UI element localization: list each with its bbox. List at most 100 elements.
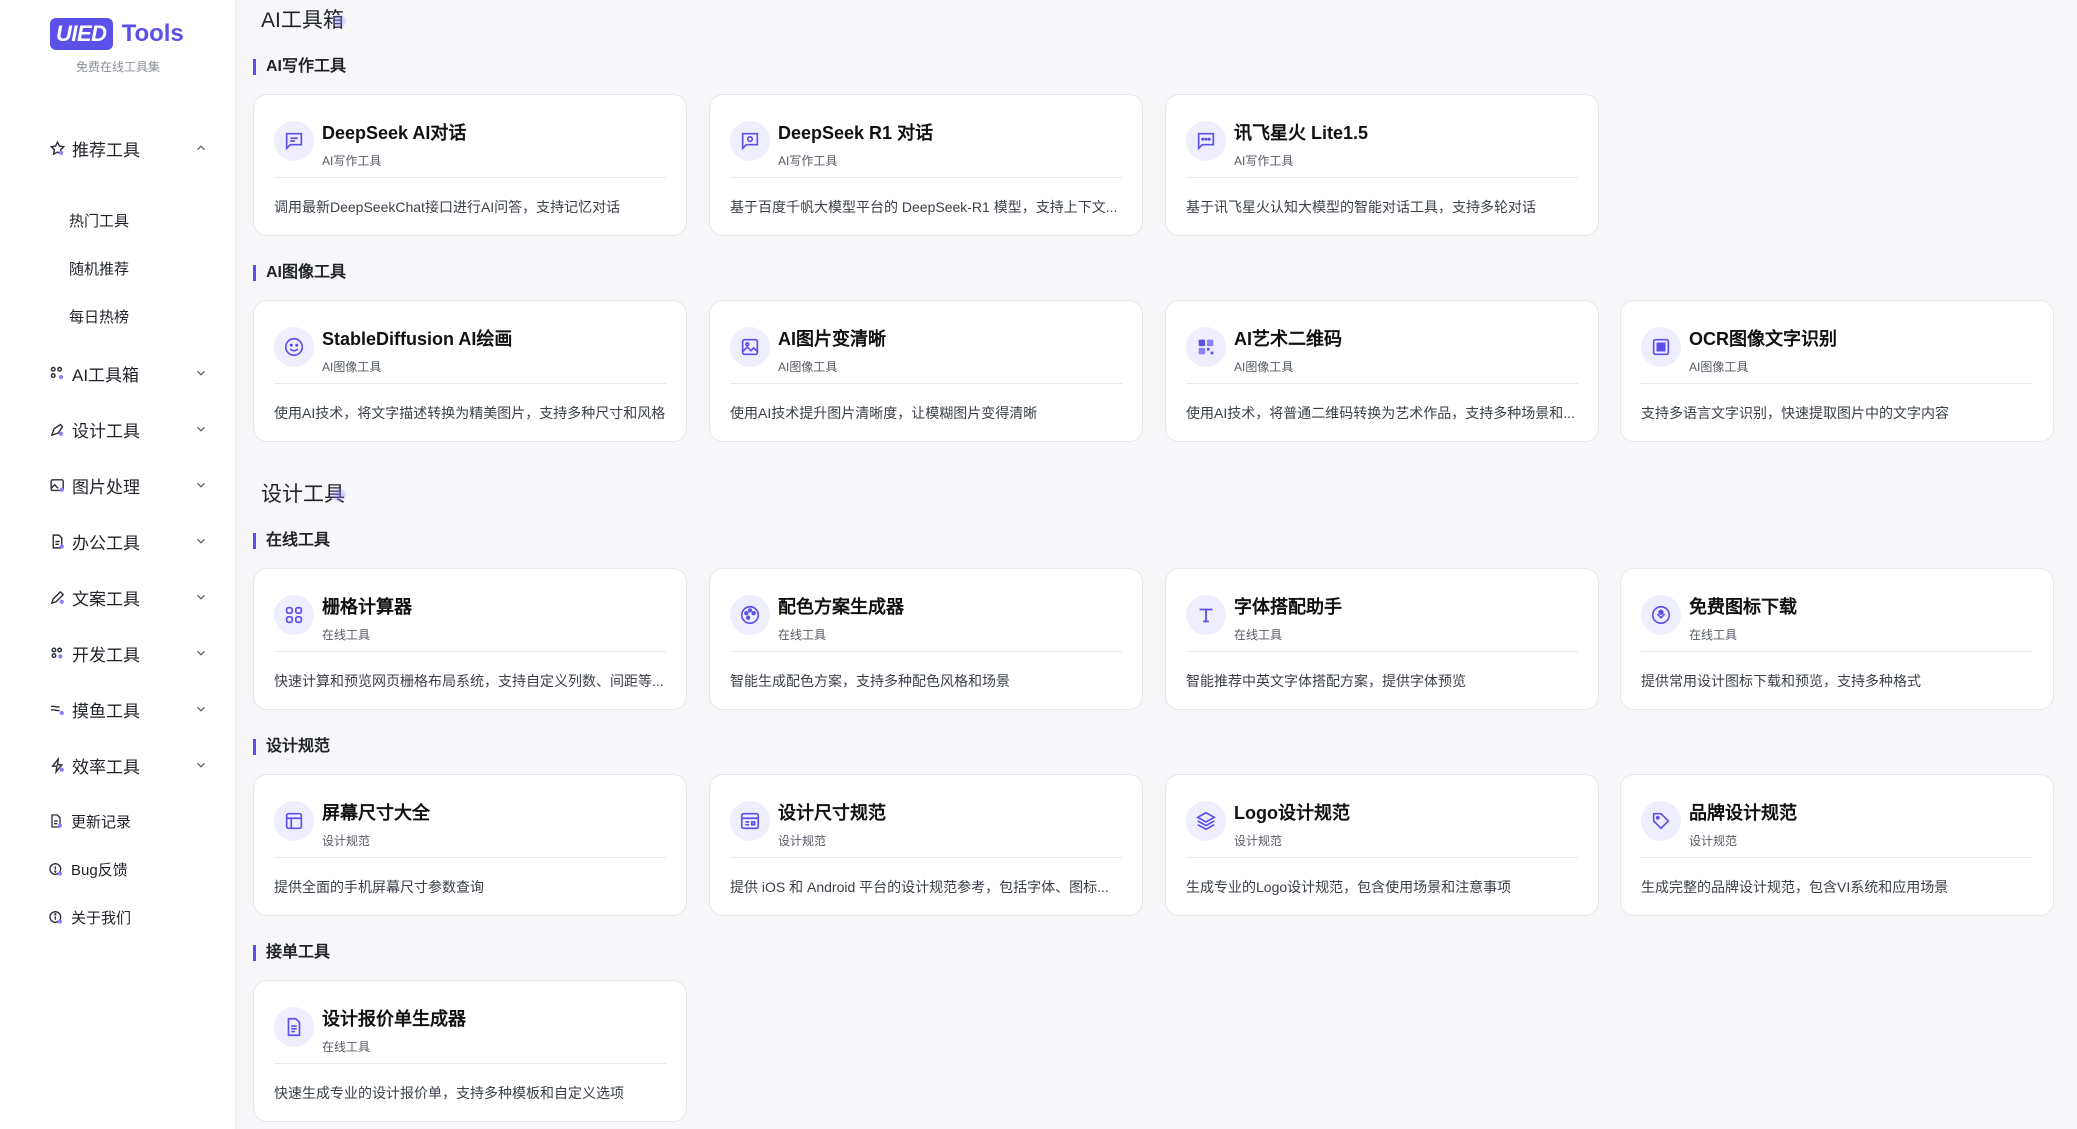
divider	[274, 383, 666, 384]
pencil-icon	[48, 588, 66, 606]
nav-image-processing[interactable]: 图片处理	[48, 470, 216, 500]
divider	[1186, 651, 1578, 652]
tool-card[interactable]: DeepSeek AI对话 AI写作工具 调用最新DeepSeekChat接口进…	[253, 94, 687, 236]
chevron-down-icon	[197, 482, 205, 488]
nav-recommend-label: 推荐工具	[72, 140, 140, 160]
nav-copywriting-tools-label: 文案工具	[72, 589, 140, 609]
image-icon	[48, 476, 66, 494]
tool-card-category: AI写作工具	[322, 154, 382, 168]
tool-card[interactable]: 免费图标下载 在线工具 提供常用设计图标下载和预览，支持多种格式	[1620, 568, 2054, 710]
badge-icon	[1641, 595, 1681, 635]
tool-card-desc: 基于百度千帆大模型平台的 DeepSeek-R1 模型，支持上下文...	[730, 199, 1118, 215]
tool-card[interactable]: 屏幕尺寸大全 设计规范 提供全面的手机屏幕尺寸参数查询	[253, 774, 687, 916]
logo[interactable]: UIED Tools	[50, 16, 184, 52]
type-icon	[1186, 595, 1226, 635]
link-bug-report[interactable]: Bug反馈	[48, 857, 216, 881]
nav-image-processing-label: 图片处理	[72, 477, 140, 497]
tool-card-category: AI图像工具	[1234, 360, 1294, 374]
tool-card[interactable]: AI图片变清晰 AI图像工具 使用AI技术提升图片清晰度，让模糊图片变得清晰	[709, 300, 1143, 442]
nav-office-tools-label: 办公工具	[72, 533, 140, 553]
qrcode-icon	[1186, 327, 1226, 367]
tool-card-category: 在线工具	[1234, 628, 1283, 642]
chevron-down-icon	[197, 650, 205, 656]
tool-card-title: DeepSeek R1 对话	[778, 123, 934, 143]
tag-icon	[1641, 801, 1681, 841]
tool-card-desc: 提供常用设计图标下载和预览，支持多种格式	[1641, 673, 1921, 689]
tool-card-title: 字体搭配助手	[1234, 597, 1342, 617]
divider	[274, 1063, 666, 1064]
tool-card[interactable]: StableDiffusion AI绘画 AI图像工具 使用AI技术，将文字描述…	[253, 300, 687, 442]
tool-card-title: 设计报价单生成器	[322, 1009, 466, 1029]
tool-card-title: AI艺术二维码	[1234, 329, 1342, 349]
chevron-down-icon	[197, 370, 205, 376]
tool-card-title: 屏幕尺寸大全	[322, 803, 430, 823]
tool-card-category: AI写作工具	[778, 154, 838, 168]
divider	[1186, 177, 1578, 178]
tool-card[interactable]: DeepSeek R1 对话 AI写作工具 基于百度千帆大模型平台的 DeepS…	[709, 94, 1143, 236]
chevron-up-icon	[197, 145, 205, 151]
pen-tool-icon	[48, 420, 66, 438]
tool-card-desc: 智能推荐中英文字体搭配方案，提供字体预览	[1186, 673, 1466, 689]
group-title-online-tools: 在线工具	[253, 533, 330, 549]
tool-card[interactable]: 栅格计算器 在线工具 快速计算和预览网页栅格布局系统，支持自定义列数、间距等..…	[253, 568, 687, 710]
tool-card-desc: 使用AI技术，将普通二维码转换为艺术作品，支持多种场景和...	[1186, 405, 1575, 421]
logo-text: Tools	[121, 20, 184, 47]
tool-card-title: 配色方案生成器	[778, 597, 904, 617]
tool-card[interactable]: 字体搭配助手 在线工具 智能推荐中英文字体搭配方案，提供字体预览	[1165, 568, 1599, 710]
nav-design-tools[interactable]: 设计工具	[48, 414, 216, 444]
tool-card[interactable]: Logo设计规范 设计规范 生成专业的Logo设计规范，包含使用场景和注意事项	[1165, 774, 1599, 916]
divider	[1641, 651, 2033, 652]
tool-card-desc: 智能生成配色方案，支持多种配色风格和场景	[730, 673, 1010, 689]
tool-card[interactable]: 讯飞星火 Lite1.5 AI写作工具 基于讯飞星火认知大模型的智能对话工具，支…	[1165, 94, 1599, 236]
nav-efficiency-tools-label: 效率工具	[72, 757, 140, 777]
divider	[1186, 383, 1578, 384]
group-title-ai-image: AI图像工具	[253, 265, 346, 281]
divider	[730, 857, 1122, 858]
logo-subtitle: 免费在线工具集	[75, 60, 160, 74]
scan-icon	[1641, 327, 1681, 367]
nav-dev-tools[interactable]: 开发工具	[48, 638, 216, 668]
browser-icon	[730, 801, 770, 841]
tool-card-desc: 快速计算和预览网页栅格布局系统，支持自定义列数、间距等...	[274, 673, 664, 689]
tool-card[interactable]: 设计报价单生成器 在线工具 快速生成专业的设计报价单，支持多种模板和自定义选项	[253, 980, 687, 1122]
code-icon	[48, 644, 66, 662]
tool-card-category: 在线工具	[1689, 628, 1738, 642]
logo-badge: UIED	[50, 18, 113, 50]
chevron-down-icon	[197, 426, 205, 432]
sidebar: UIED Tools 免费在线工具集 推荐工具 热门工具 随机推荐 每日热榜 A…	[0, 0, 236, 1129]
tool-card-category: 设计规范	[322, 834, 371, 848]
divider	[730, 651, 1122, 652]
tool-card[interactable]: AI艺术二维码 AI图像工具 使用AI技术，将普通二维码转换为艺术作品，支持多种…	[1165, 300, 1599, 442]
link-about[interactable]: 关于我们	[48, 905, 216, 929]
tool-card-desc: 调用最新DeepSeekChat接口进行AI问答，支持记忆对话	[274, 199, 621, 215]
tool-card[interactable]: OCR图像文字识别 AI图像工具 支持多语言文字识别，快速提取图片中的文字内容	[1620, 300, 2054, 442]
group-title-order-tools: 接单工具	[253, 945, 330, 961]
nav-ai-toolbox[interactable]: AI工具箱	[48, 358, 216, 388]
tool-card[interactable]: 品牌设计规范 设计规范 生成完整的品牌设计规范，包含VI系统和应用场景	[1620, 774, 2054, 916]
nav-design-tools-label: 设计工具	[72, 421, 140, 441]
link-changelog[interactable]: 更新记录	[48, 809, 216, 833]
tool-card[interactable]: 配色方案生成器 在线工具 智能生成配色方案，支持多种配色风格和场景	[709, 568, 1143, 710]
nav-office-tools[interactable]: 办公工具	[48, 526, 216, 556]
chat-lines-icon	[274, 121, 314, 161]
sub-item-hot[interactable]: 热门工具	[69, 210, 129, 231]
tool-card-category: 设计规范	[778, 834, 827, 848]
nav-recommend[interactable]: 推荐工具	[48, 133, 216, 163]
nav-copywriting-tools[interactable]: 文案工具	[48, 582, 216, 612]
tool-card-title: AI图片变清晰	[778, 329, 886, 349]
tool-card-category: 在线工具	[322, 628, 371, 642]
tool-card-category: AI写作工具	[1234, 154, 1294, 168]
tool-card-desc: 提供全面的手机屏幕尺寸参数查询	[274, 879, 484, 895]
sub-item-daily[interactable]: 每日热榜	[69, 306, 129, 327]
tool-card-title: StableDiffusion AI绘画	[322, 329, 513, 349]
star-icon	[48, 139, 66, 157]
divider	[1641, 857, 2033, 858]
tool-card[interactable]: 设计尺寸规范 设计规范 提供 iOS 和 Android 平台的设计规范参考，包…	[709, 774, 1143, 916]
image-icon	[730, 327, 770, 367]
sub-item-random[interactable]: 随机推荐	[69, 258, 129, 279]
title-accent-dot	[332, 488, 346, 502]
link-about-label: 关于我们	[71, 909, 132, 927]
nav-efficiency-tools[interactable]: 效率工具	[48, 750, 216, 780]
nav-fun-tools[interactable]: 摸鱼工具	[48, 694, 216, 724]
bolt-icon	[48, 756, 66, 774]
